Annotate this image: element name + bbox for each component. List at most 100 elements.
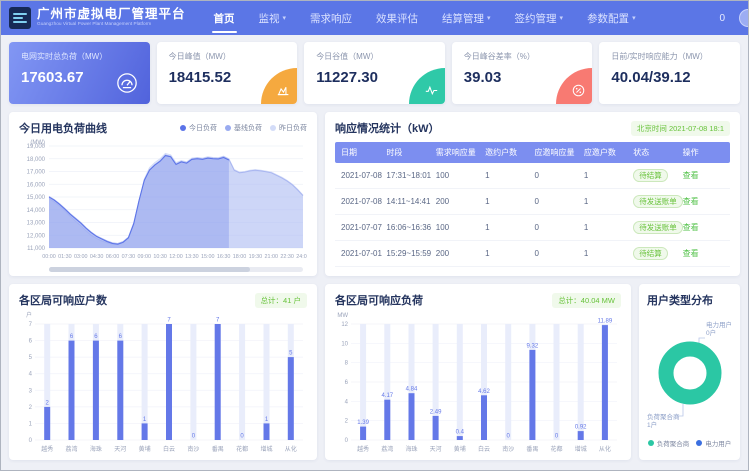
table-row: 2021-07-0716:06~16:36100101待发送账单查看 [335,215,730,241]
svg-text:14,000: 14,000 [27,208,46,214]
chevron-down-icon: ▾ [560,14,564,22]
kpi-label: 今日谷值（MW） [316,51,433,62]
svg-text:12:00: 12:00 [169,254,183,260]
response-stats-title: 响应情况统计（kW） [335,120,440,136]
table-cell: 0 [533,241,582,267]
svg-text:1.39: 1.39 [357,420,369,426]
svg-text:黄埔: 黄埔 [139,445,151,453]
nav-item-label: 结算管理 [442,11,484,26]
top-nav: 广州市虚拟电厂管理平台 Guangzhou Virtual Power Plan… [1,1,748,35]
table-cell: 17:31~18:01 [384,163,433,189]
table-cell: 1 [483,189,532,215]
svg-text:13:30: 13:30 [185,254,199,260]
legend-item[interactable]: 昨日负荷 [270,123,307,133]
nav-item-home[interactable]: 首页 [202,1,247,35]
svg-text:10: 10 [341,341,348,347]
svg-text:03:00: 03:00 [74,254,88,260]
kpi-card-peak-valley-rate: 今日峰谷差率（%） 39.03 [452,42,593,104]
table-cell: 1 [483,215,532,241]
table-cell: 1 [483,241,532,267]
svg-text:户: 户 [26,311,32,319]
nav-item-label: 监视 [259,11,280,26]
user-type-panel: 用户类型分布 电力用户 0户 负荷聚合商 1户 [639,284,740,460]
kpi-label: 日前/实时响应能力（MW） [611,51,728,62]
nav-item-label: 效果评估 [376,11,418,26]
table-header-row: 日期时段需求响应量邀约户数应邀响应量应邀户数状态操作 [335,142,730,163]
kpi-label: 今日峰谷差率（%） [464,51,581,62]
nav-item-demand-response[interactable]: 需求响应 [298,1,364,35]
svg-text:09:00: 09:00 [138,254,152,260]
table-cell: 2021-07-08 [335,163,384,189]
svg-text:12: 12 [341,322,348,328]
svg-text:0.4: 0.4 [456,430,465,436]
row-2: 今日用电负荷曲线 今日负荷基线负荷昨日负荷 (MW)11,00012,00013… [9,112,740,276]
svg-text:从化: 从化 [599,445,611,453]
svg-text:7: 7 [167,318,171,324]
nav-item-parameters[interactable]: 参数配置▾ [575,1,648,35]
chart-zoom-handle[interactable] [49,267,250,272]
table-cell: 0 [533,215,582,241]
nav-item-effect-evaluation[interactable]: 效果评估 [364,1,430,35]
svg-text:11,000: 11,000 [27,246,46,252]
beijing-time-badge: 北京时间 2021-07-08 18:1 [631,121,730,136]
table-cell: 2021-07-08 [335,189,384,215]
nav-item-monitor[interactable]: 监视▾ [247,1,299,35]
svg-text:6: 6 [29,339,33,345]
legend-item[interactable]: 负荷聚合商 [648,438,690,448]
svg-text:海珠: 海珠 [90,445,102,453]
table-cell: 1 [582,163,631,189]
svg-text:0: 0 [345,438,349,444]
svg-text:10:30: 10:30 [153,254,167,260]
status-badge: 待发送账单 [633,195,683,208]
notification-count[interactable]: 0 [719,13,725,24]
svg-text:4.84: 4.84 [406,387,418,393]
load-total-badge: 总计：40.04 MW [552,293,621,308]
legend-dot-icon [225,125,231,131]
svg-text:越秀: 越秀 [357,445,369,453]
svg-text:13,000: 13,000 [27,221,46,227]
chart-zoom-scrollbar[interactable] [49,267,303,272]
avatar[interactable] [739,9,748,27]
user-type-legend: 负荷聚合商电力用户 [647,438,732,448]
svg-text:海珠: 海珠 [405,445,417,453]
svg-text:9.32: 9.32 [527,343,539,349]
svg-text:24:00: 24:00 [296,254,307,260]
table-row: 2021-07-0115:29~15:59200101待结算查看 [335,241,730,267]
gauge-icon [116,72,138,94]
view-link[interactable]: 查看 [683,197,699,206]
nav-item-settlement[interactable]: 结算管理▾ [430,1,503,35]
view-link[interactable]: 查看 [683,249,699,258]
kpi-value: 40.04/39.12 [611,69,728,86]
row-3: 各区局可响应户数 总计：41 户 户012345672越秀6荔湾6海珠6天河1黄… [9,284,740,460]
view-link[interactable]: 查看 [683,171,699,180]
table-cell: 200 [434,189,483,215]
legend-dot-icon [696,440,702,446]
legend-item[interactable]: 今日负荷 [180,123,217,133]
svg-text:南沙: 南沙 [502,445,514,453]
table-header-cell: 时段 [384,142,433,163]
legend-item[interactable]: 基线负荷 [225,123,262,133]
svg-text:2: 2 [345,419,349,425]
nav-item-contract[interactable]: 签约管理▾ [503,1,576,35]
kpi-card-grid-load: 电网实时总负荷（MW） 17603.67 [9,42,150,104]
svg-text:06:00: 06:00 [106,254,120,260]
svg-text:番禺: 番禺 [212,446,224,453]
table-cell: 1 [582,215,631,241]
kpi-label: 电网实时总负荷（MW） [21,51,138,62]
svg-text:17,000: 17,000 [27,170,46,176]
table-cell: 16:06~16:36 [384,215,433,241]
view-link[interactable]: 查看 [683,223,699,232]
svg-text:18:00: 18:00 [233,254,247,260]
legend-label: 负荷聚合商 [657,438,690,448]
legend-dot-icon [648,440,654,446]
logo-icon [9,7,31,29]
legend-label: 基线负荷 [234,123,262,133]
legend-item[interactable]: 电力用户 [696,438,731,448]
load-curve-chart: (MW)11,00012,00013,00014,00015,00016,000… [19,138,307,260]
svg-text:荔湾: 荔湾 [65,445,77,453]
nav-item-label: 首页 [214,11,235,26]
svg-text:01:30: 01:30 [58,254,72,260]
donut-label-power-user: 电力用户 0户 [706,322,732,338]
svg-text:11.89: 11.89 [598,319,613,325]
svg-text:白云: 白云 [163,445,175,453]
